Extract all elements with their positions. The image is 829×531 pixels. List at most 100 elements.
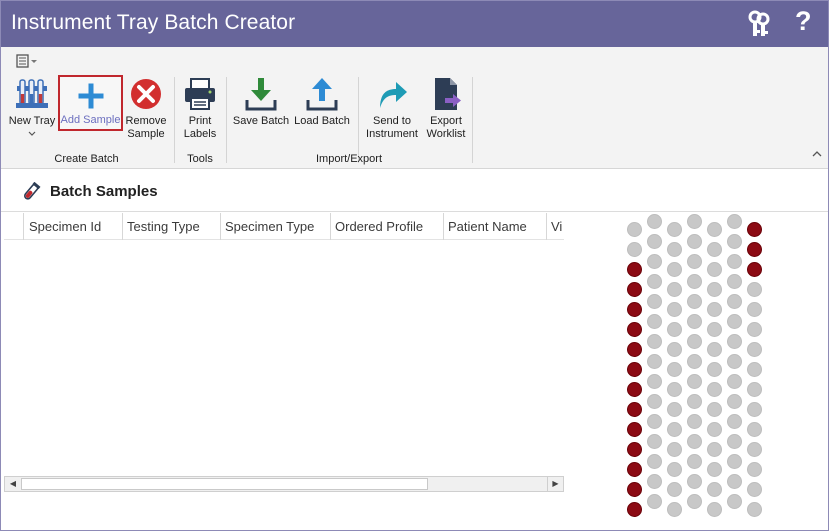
export-worklist-button[interactable]: Export Worklist xyxy=(424,76,468,141)
tray-well-filled[interactable] xyxy=(627,282,642,297)
tray-well-filled[interactable] xyxy=(627,262,642,277)
tray-well-empty[interactable] xyxy=(667,462,682,477)
tray-well-empty[interactable] xyxy=(727,474,742,489)
tray-well-empty[interactable] xyxy=(727,434,742,449)
tray-well-empty[interactable] xyxy=(707,222,722,237)
tray-well-empty[interactable] xyxy=(667,362,682,377)
tray-well-empty[interactable] xyxy=(727,394,742,409)
tray-well-empty[interactable] xyxy=(747,442,762,457)
tray-well-empty[interactable] xyxy=(747,402,762,417)
keys-icon[interactable] xyxy=(747,10,771,38)
tray-well-empty[interactable] xyxy=(747,322,762,337)
tray-well-empty[interactable] xyxy=(647,394,662,409)
tray-well-empty[interactable] xyxy=(747,282,762,297)
tray-well-empty[interactable] xyxy=(667,402,682,417)
tray-well-empty[interactable] xyxy=(707,302,722,317)
tray-well-empty[interactable] xyxy=(687,414,702,429)
tray-well-empty[interactable] xyxy=(647,254,662,269)
scrollbar-thumb[interactable] xyxy=(21,478,428,490)
tray-well-empty[interactable] xyxy=(687,434,702,449)
tray-well-filled[interactable] xyxy=(627,502,642,517)
tray-well-empty[interactable] xyxy=(707,282,722,297)
column-header-patient-name[interactable]: Patient Name xyxy=(444,213,547,240)
tray-well-filled[interactable] xyxy=(747,262,762,277)
tray-well-empty[interactable] xyxy=(667,502,682,517)
tray-well-filled[interactable] xyxy=(627,482,642,497)
tray-well-empty[interactable] xyxy=(647,374,662,389)
scroll-left-arrow-icon[interactable]: ◀ xyxy=(5,477,21,491)
tray-well-empty[interactable] xyxy=(667,302,682,317)
tray-well-empty[interactable] xyxy=(687,394,702,409)
help-button[interactable]: ? xyxy=(795,6,812,37)
tray-well-empty[interactable] xyxy=(647,414,662,429)
tray-well-empty[interactable] xyxy=(727,354,742,369)
tray-well-empty[interactable] xyxy=(647,434,662,449)
tray-well-empty[interactable] xyxy=(727,294,742,309)
tray-well-empty[interactable] xyxy=(667,222,682,237)
tray-well-filled[interactable] xyxy=(627,462,642,477)
tray-well-empty[interactable] xyxy=(667,442,682,457)
tray-well-empty[interactable] xyxy=(687,474,702,489)
tray-well-empty[interactable] xyxy=(707,482,722,497)
tray-well-filled[interactable] xyxy=(747,242,762,257)
tray-well-empty[interactable] xyxy=(647,454,662,469)
load-batch-button[interactable]: Load Batch xyxy=(293,76,351,128)
tray-well-empty[interactable] xyxy=(727,494,742,509)
tray-well-filled[interactable] xyxy=(627,322,642,337)
tray-well-empty[interactable] xyxy=(667,262,682,277)
add-sample-button[interactable]: Add Sample xyxy=(58,75,123,131)
tray-well-empty[interactable] xyxy=(647,354,662,369)
tray-well-empty[interactable] xyxy=(667,322,682,337)
tray-well-empty[interactable] xyxy=(747,382,762,397)
tray-well-empty[interactable] xyxy=(707,442,722,457)
tray-well-empty[interactable] xyxy=(687,494,702,509)
tray-well-filled[interactable] xyxy=(627,342,642,357)
tray-well-empty[interactable] xyxy=(667,482,682,497)
remove-sample-button[interactable]: Remove Sample xyxy=(124,76,168,141)
tray-well-filled[interactable] xyxy=(627,302,642,317)
tray-well-empty[interactable] xyxy=(747,422,762,437)
tray-well-empty[interactable] xyxy=(707,382,722,397)
tray-well-empty[interactable] xyxy=(647,294,662,309)
tray-well-empty[interactable] xyxy=(707,362,722,377)
tray-well-empty[interactable] xyxy=(727,234,742,249)
tray-well-empty[interactable] xyxy=(647,494,662,509)
tray-well-empty[interactable] xyxy=(647,274,662,289)
tray-well-empty[interactable] xyxy=(707,242,722,257)
tray-well-empty[interactable] xyxy=(647,234,662,249)
tray-well-empty[interactable] xyxy=(727,274,742,289)
tray-well-empty[interactable] xyxy=(627,242,642,257)
tray-well-empty[interactable] xyxy=(747,482,762,497)
print-labels-button[interactable]: Print Labels xyxy=(180,76,220,141)
tray-well-empty[interactable] xyxy=(727,314,742,329)
tray-well-empty[interactable] xyxy=(707,342,722,357)
tray-well-empty[interactable] xyxy=(747,502,762,517)
tray-well-empty[interactable] xyxy=(687,374,702,389)
tray-well-filled[interactable] xyxy=(627,402,642,417)
tray-well-empty[interactable] xyxy=(727,214,742,229)
column-header-vi[interactable]: Vi xyxy=(547,213,564,240)
tray-well-empty[interactable] xyxy=(687,454,702,469)
tray-well-empty[interactable] xyxy=(727,374,742,389)
tray-well-empty[interactable] xyxy=(727,254,742,269)
tray-well-empty[interactable] xyxy=(647,214,662,229)
tray-well-empty[interactable] xyxy=(707,402,722,417)
tray-well-empty[interactable] xyxy=(747,342,762,357)
column-header-testing-type[interactable]: Testing Type xyxy=(123,213,221,240)
tray-well-empty[interactable] xyxy=(687,274,702,289)
tray-well-empty[interactable] xyxy=(687,254,702,269)
tray-well-empty[interactable] xyxy=(667,382,682,397)
column-header-specimen-type[interactable]: Specimen Type xyxy=(221,213,331,240)
new-tray-button[interactable]: New Tray xyxy=(6,76,58,141)
tray-well-empty[interactable] xyxy=(667,242,682,257)
tray-well-empty[interactable] xyxy=(627,222,642,237)
tray-well-empty[interactable] xyxy=(687,334,702,349)
tray-well-filled[interactable] xyxy=(747,222,762,237)
tray-well-filled[interactable] xyxy=(627,362,642,377)
tray-well-empty[interactable] xyxy=(727,414,742,429)
horizontal-scrollbar[interactable]: ◀ ▶ xyxy=(4,476,564,492)
tray-well-empty[interactable] xyxy=(687,214,702,229)
tray-well-empty[interactable] xyxy=(747,462,762,477)
tray-well-empty[interactable] xyxy=(667,422,682,437)
tray-well-empty[interactable] xyxy=(687,294,702,309)
